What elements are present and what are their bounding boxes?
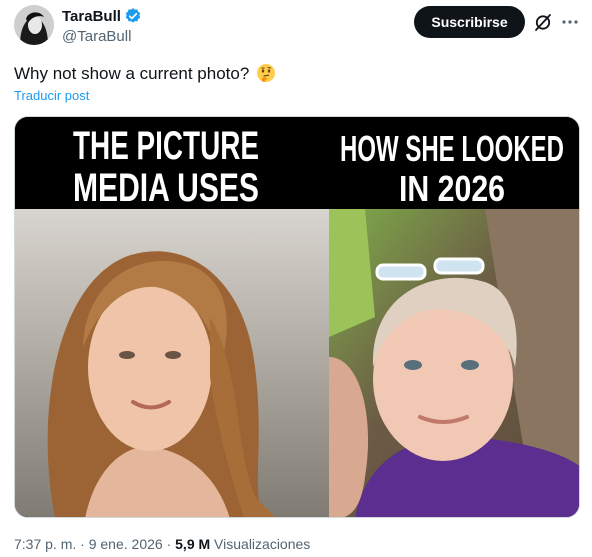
- verified-badge-icon: [124, 7, 142, 25]
- post-text-content: Why not show a current photo?: [14, 64, 250, 83]
- separator: ·: [166, 536, 172, 552]
- views-count: 5,9 M: [175, 536, 211, 552]
- left-photo: [15, 209, 329, 517]
- author-name[interactable]: TaraBull: [62, 8, 121, 25]
- grok-icon[interactable]: [533, 12, 553, 32]
- left-caption-line1: THE PICTURE: [73, 124, 259, 168]
- post-image[interactable]: THE PICTURE MEDIA USES HOW SHE LOOKED IN…: [14, 116, 580, 518]
- more-icon[interactable]: [560, 12, 580, 32]
- tweet: TaraBull @TaraBull Suscribirse Why not s…: [0, 0, 592, 557]
- author-handle[interactable]: @TaraBull: [62, 28, 142, 45]
- post-meta: 7:37 p. m. · 9 ene. 2026 · 5,9 M Visuali…: [14, 536, 310, 552]
- right-caption-line1: HOW SHE LOOKED: [340, 128, 564, 169]
- post-text: Why not show a current photo?: [14, 62, 276, 86]
- translate-post-link[interactable]: Traducir post: [14, 88, 89, 103]
- right-caption-line2: IN 2026: [399, 168, 505, 209]
- avatar[interactable]: [14, 5, 54, 45]
- post-date[interactable]: 9 ene. 2026: [89, 536, 163, 552]
- views-label: Visualizaciones: [214, 536, 311, 552]
- post-time[interactable]: 7:37 p. m.: [14, 536, 76, 552]
- left-caption-line2: MEDIA USES: [73, 166, 259, 210]
- subscribe-button[interactable]: Suscribirse: [414, 6, 525, 38]
- right-photo: [329, 209, 579, 517]
- thinking-face-icon: [256, 63, 276, 83]
- separator: ·: [80, 536, 85, 552]
- author-block: TaraBull @TaraBull: [62, 6, 142, 45]
